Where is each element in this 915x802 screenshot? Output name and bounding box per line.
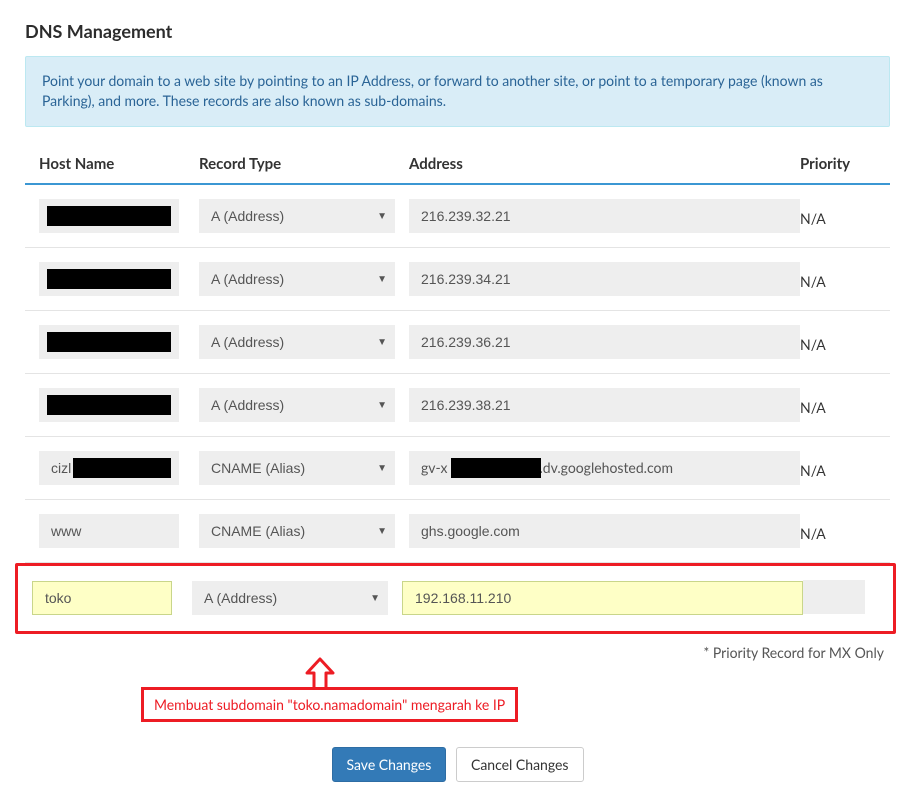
table-row: ▼ N/A [25, 374, 890, 437]
priority-value: N/A [800, 393, 890, 416]
record-type-value[interactable] [199, 262, 395, 296]
table-row: ▼ N/A [25, 248, 890, 311]
record-type-value[interactable] [199, 388, 395, 422]
record-type-select[interactable]: ▼ [199, 199, 395, 233]
redaction-block [451, 458, 541, 478]
table-row: ▼ gv-x .dv.googlehosted.com N/A [25, 437, 890, 500]
address-input[interactable] [409, 388, 800, 422]
record-type-value[interactable] [199, 451, 395, 485]
record-type-select[interactable]: ▼ [199, 325, 395, 359]
col-header-priority: Priority [800, 155, 890, 173]
address-input[interactable] [409, 262, 800, 296]
redaction-block [47, 332, 171, 352]
table-header-row: Host Name Record Type Address Priority [25, 149, 890, 185]
redaction-block [47, 206, 171, 226]
button-row: Save Changes Cancel Changes [25, 747, 890, 782]
priority-value: N/A [800, 267, 890, 290]
table-row: ▼ N/A [25, 311, 890, 374]
priority-value: N/A [800, 330, 890, 353]
redaction-block [73, 458, 171, 478]
priority-input[interactable] [803, 580, 865, 614]
table-row-active: ▼ [15, 563, 896, 634]
host-input[interactable] [32, 581, 172, 615]
record-type-value[interactable] [192, 581, 388, 615]
priority-value: N/A [800, 456, 890, 479]
address-input[interactable] [409, 325, 800, 359]
redaction-block [47, 395, 171, 415]
table-row: ▼ N/A [25, 185, 890, 248]
host-input[interactable] [39, 514, 179, 548]
table-row: ▼ N/A [25, 500, 890, 563]
redaction-block [47, 269, 171, 289]
address-input[interactable]: gv-x .dv.googlehosted.com [409, 451, 800, 485]
record-type-value[interactable] [199, 514, 395, 548]
record-type-select[interactable]: ▼ [199, 388, 395, 422]
address-right: .dv.googlehosted.com [539, 459, 673, 476]
cancel-button[interactable]: Cancel Changes [456, 747, 584, 782]
address-input[interactable] [402, 581, 803, 615]
annotation-arrow-icon [301, 657, 339, 691]
col-header-type: Record Type [199, 155, 409, 173]
annotation-overlay: Membuat subdomain "toko.namadomain" meng… [25, 657, 890, 731]
col-header-host: Host Name [39, 155, 199, 173]
info-panel: Point your domain to a web site by point… [25, 56, 890, 127]
dns-table: Host Name Record Type Address Priority ▼… [25, 149, 890, 634]
annotation-label: Membuat subdomain "toko.namadomain" meng… [141, 687, 518, 722]
record-type-select[interactable]: ▼ [199, 514, 395, 548]
record-type-value[interactable] [199, 325, 395, 359]
address-input[interactable] [409, 199, 800, 233]
record-type-select[interactable]: ▼ [199, 451, 395, 485]
col-header-address: Address [409, 155, 800, 173]
record-type-value[interactable] [199, 199, 395, 233]
record-type-select[interactable]: ▼ [199, 262, 395, 296]
priority-value: N/A [800, 519, 890, 542]
page-title: DNS Management [25, 20, 890, 42]
address-input[interactable] [409, 514, 800, 548]
address-left: gv-x [421, 459, 447, 476]
record-type-select[interactable]: ▼ [192, 581, 388, 615]
save-button[interactable]: Save Changes [332, 747, 447, 782]
priority-value: N/A [800, 204, 890, 227]
